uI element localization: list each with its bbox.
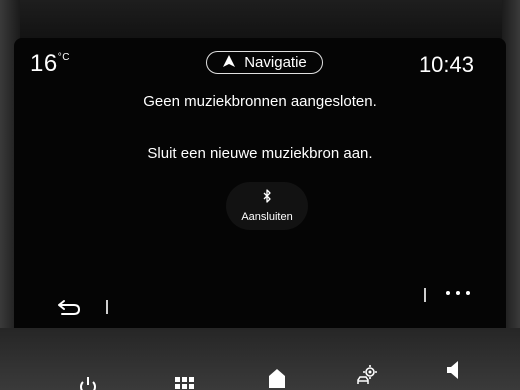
temperature-value: 16 [30, 50, 58, 77]
more-dot [446, 291, 450, 295]
back-arrow-icon [56, 300, 82, 320]
connect-button[interactable]: Aansluiten [226, 182, 308, 230]
more-options-button[interactable] [446, 284, 470, 302]
back-button[interactable] [56, 298, 82, 316]
home-icon [268, 368, 286, 388]
navigation-button[interactable]: Navigatie [206, 51, 323, 74]
car-settings-button[interactable] [356, 364, 378, 386]
toolbar-divider-right [424, 288, 426, 302]
no-sources-message: Geen muziekbronnen aangesloten. [143, 93, 377, 110]
toolbar-divider-left [106, 300, 108, 314]
bluetooth-icon [261, 189, 273, 211]
temperature-display: 16°C [30, 50, 70, 78]
connect-label: Aansluiten [241, 211, 293, 223]
car-settings-icon [356, 364, 378, 386]
volume-icon [446, 360, 460, 380]
power-button[interactable] [78, 376, 98, 390]
temperature-unit: °C [57, 52, 70, 63]
clock: 10:43 [418, 52, 474, 77]
navigation-arrow-icon [222, 54, 236, 72]
volume-button[interactable] [446, 360, 460, 380]
connect-hint-message: Sluit een nieuwe muziekbron aan. [147, 145, 373, 162]
power-icon [78, 376, 98, 390]
navigation-label: Navigatie [244, 54, 307, 71]
more-dot [456, 291, 460, 295]
more-dot [466, 291, 470, 295]
apps-button[interactable] [175, 377, 195, 390]
home-button[interactable] [268, 368, 286, 388]
apps-grid-icon [175, 377, 195, 390]
